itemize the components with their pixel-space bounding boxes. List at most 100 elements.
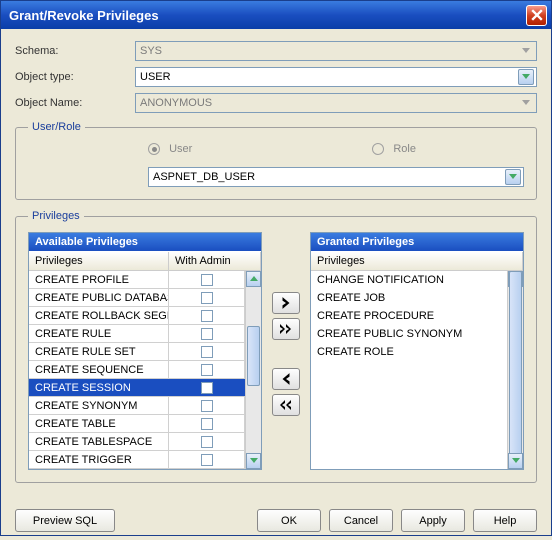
with-admin-checkbox[interactable]: [201, 418, 213, 430]
chevron-right-icon: [279, 297, 293, 309]
preview-sql-button[interactable]: Preview SQL: [15, 509, 115, 532]
with-admin-checkbox[interactable]: [201, 436, 213, 448]
granted-row[interactable]: CHANGE NOTIFICATION: [311, 271, 507, 289]
close-button[interactable]: [526, 5, 547, 26]
available-row[interactable]: CREATE ROLLBACK SEGMEN: [29, 307, 245, 325]
user-role-value: ASPNET_DB_USER: [153, 171, 505, 183]
with-admin-cell[interactable]: [169, 415, 245, 432]
with-admin-cell[interactable]: [169, 361, 245, 378]
privilege-name: CREATE TABLE: [29, 415, 169, 432]
privilege-name: CREATE PUBLIC DATABASE: [29, 289, 169, 306]
with-admin-cell[interactable]: [169, 451, 245, 468]
available-row[interactable]: CREATE SYNONYM: [29, 397, 245, 415]
with-admin-checkbox[interactable]: [201, 292, 213, 304]
add-button[interactable]: [272, 292, 300, 314]
cancel-button[interactable]: Cancel: [329, 509, 393, 532]
col-privileges-granted[interactable]: Privileges: [311, 252, 523, 270]
role-radio-label: Role: [393, 143, 416, 155]
available-privileges-list[interactable]: Available Privileges Privileges With Adm…: [28, 232, 262, 470]
remove-button[interactable]: [272, 368, 300, 390]
chevron-down-icon: [518, 43, 534, 59]
double-chevron-left-icon: [279, 399, 293, 411]
user-radio-label: User: [169, 143, 192, 155]
privilege-name: CREATE SEQUENCE: [29, 361, 169, 378]
chevron-down-icon: [505, 169, 521, 185]
apply-button[interactable]: Apply: [401, 509, 465, 532]
with-admin-cell[interactable]: [169, 289, 245, 306]
with-admin-checkbox[interactable]: [201, 382, 213, 394]
available-row[interactable]: CREATE RULE: [29, 325, 245, 343]
object-name-value: ANONYMOUS: [140, 97, 518, 109]
privilege-name: CREATE ROLE: [311, 343, 507, 361]
object-type-combo[interactable]: USER: [135, 67, 537, 87]
privilege-name: CREATE PROCEDURE: [311, 307, 507, 325]
help-button[interactable]: Help: [473, 509, 537, 532]
user-role-legend: User/Role: [28, 121, 85, 133]
available-row[interactable]: CREATE TABLE: [29, 415, 245, 433]
with-admin-checkbox[interactable]: [201, 274, 213, 286]
user-radio: [148, 143, 160, 155]
granted-scrollbar[interactable]: [507, 271, 523, 469]
object-type-value: USER: [140, 71, 518, 83]
double-chevron-right-icon: [279, 323, 293, 335]
with-admin-cell[interactable]: [169, 271, 245, 288]
user-radio-option: User: [148, 143, 192, 155]
granted-row[interactable]: CREATE JOB: [311, 289, 507, 307]
privileges-legend: Privileges: [28, 210, 84, 222]
privilege-name: CREATE SYNONYM: [29, 397, 169, 414]
privilege-name: CREATE RULE: [29, 325, 169, 342]
col-withadmin[interactable]: With Admin: [169, 252, 261, 270]
schema-label: Schema:: [15, 45, 135, 57]
granted-row[interactable]: CREATE PUBLIC SYNONYM: [311, 325, 507, 343]
granted-row[interactable]: CREATE PROCEDURE: [311, 307, 507, 325]
with-admin-checkbox[interactable]: [201, 346, 213, 358]
privilege-name: CREATE TRIGGER: [29, 451, 169, 468]
with-admin-checkbox[interactable]: [201, 364, 213, 376]
granted-row[interactable]: CREATE ROLE: [311, 343, 507, 361]
with-admin-cell[interactable]: [169, 397, 245, 414]
privileges-fieldset: Privileges Available Privileges Privileg…: [15, 210, 537, 483]
with-admin-cell[interactable]: [169, 343, 245, 360]
scroll-down-icon[interactable]: [508, 453, 523, 469]
schema-value: SYS: [140, 45, 518, 57]
granted-header: Granted Privileges: [311, 233, 523, 251]
add-all-button[interactable]: [272, 318, 300, 340]
with-admin-cell[interactable]: [169, 307, 245, 324]
with-admin-cell[interactable]: [169, 433, 245, 450]
scroll-thumb[interactable]: [509, 271, 522, 469]
with-admin-cell[interactable]: [169, 379, 245, 396]
available-scrollbar[interactable]: [245, 271, 261, 469]
col-privileges[interactable]: Privileges: [29, 252, 169, 270]
with-admin-checkbox[interactable]: [201, 328, 213, 340]
scroll-up-icon[interactable]: [246, 271, 261, 287]
available-row[interactable]: CREATE RULE SET: [29, 343, 245, 361]
available-row[interactable]: CREATE TABLESPACE: [29, 433, 245, 451]
scroll-down-icon[interactable]: [246, 453, 261, 469]
with-admin-cell[interactable]: [169, 325, 245, 342]
privilege-name: CREATE ROLLBACK SEGMEN: [29, 307, 169, 324]
with-admin-checkbox[interactable]: [201, 310, 213, 322]
granted-privileges-list[interactable]: Granted Privileges Privileges CHANGE NOT…: [310, 232, 524, 470]
user-role-combo[interactable]: ASPNET_DB_USER: [148, 167, 524, 187]
schema-combo: SYS: [135, 41, 537, 61]
available-row[interactable]: CREATE PUBLIC DATABASE: [29, 289, 245, 307]
ok-button[interactable]: OK: [257, 509, 321, 532]
object-type-label: Object type:: [15, 71, 135, 83]
window-title: Grant/Revoke Privileges: [9, 8, 526, 23]
privilege-name: CREATE PUBLIC SYNONYM: [311, 325, 507, 343]
available-row[interactable]: CREATE TRIGGER: [29, 451, 245, 469]
available-row[interactable]: CREATE PROFILE: [29, 271, 245, 289]
with-admin-checkbox[interactable]: [201, 400, 213, 412]
available-row[interactable]: CREATE SESSION: [29, 379, 245, 397]
chevron-left-icon: [279, 373, 293, 385]
privilege-name: CREATE TABLESPACE: [29, 433, 169, 450]
remove-all-button[interactable]: [272, 394, 300, 416]
scroll-thumb[interactable]: [247, 326, 260, 386]
close-icon: [531, 9, 543, 21]
with-admin-checkbox[interactable]: [201, 454, 213, 466]
privilege-name: CHANGE NOTIFICATION: [311, 271, 507, 289]
available-row[interactable]: CREATE SEQUENCE: [29, 361, 245, 379]
object-name-label: Object Name:: [15, 97, 135, 109]
privilege-name: CREATE SESSION: [29, 379, 169, 396]
privilege-name: CREATE RULE SET: [29, 343, 169, 360]
